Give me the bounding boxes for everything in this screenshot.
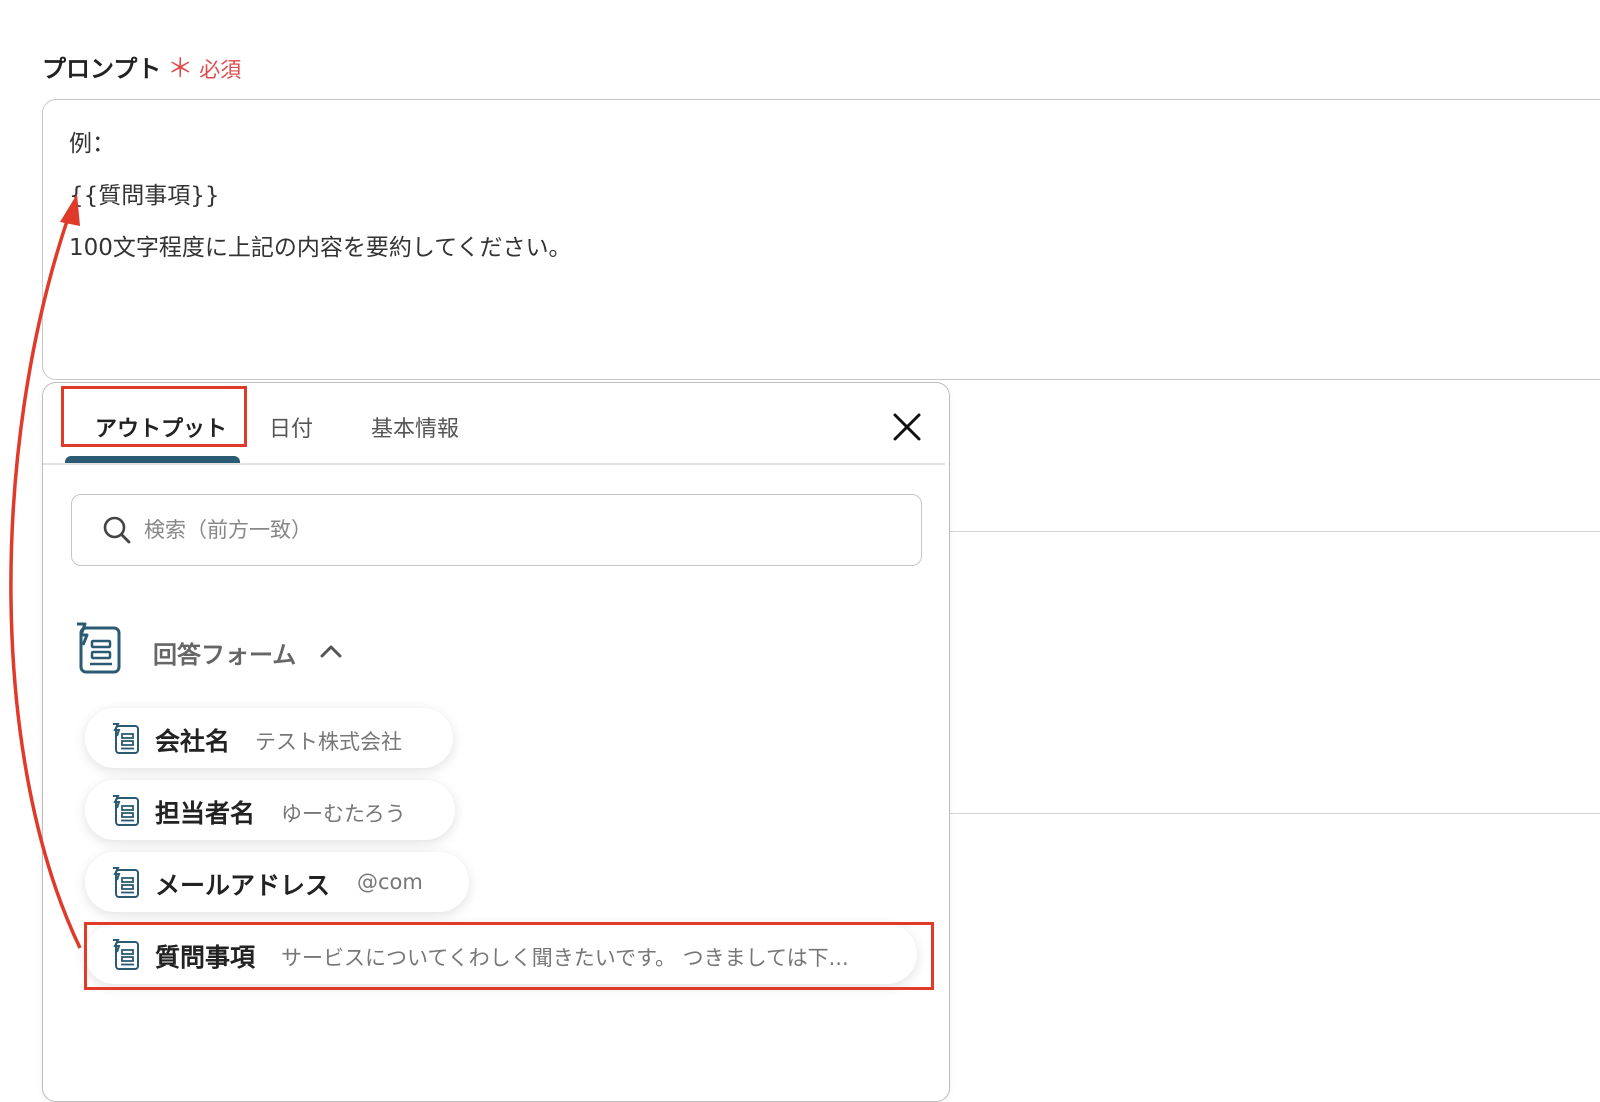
search-icon — [103, 516, 131, 544]
chevron-up-icon[interactable] — [319, 643, 343, 659]
output-item-company[interactable]: 会社名 テスト株式会社 — [85, 708, 453, 768]
group-header-answer-form[interactable]: 回答フォーム — [73, 621, 393, 681]
variable-picker-panel: アウトプット 日付 基本情報 回答フォーム — [42, 382, 950, 1102]
group-label: 回答フォーム — [153, 641, 297, 669]
tab-divider — [43, 463, 945, 465]
prompt-textarea[interactable]: 例： {{質問事項}} 100文字程度に上記の内容を要約してください。 — [42, 99, 1600, 380]
search-input[interactable] — [142, 509, 886, 551]
required-asterisk: ＊ — [167, 54, 194, 84]
item-value: @com — [357, 870, 423, 894]
tab-basic-info[interactable]: 基本情報 — [371, 411, 459, 443]
output-item-email[interactable]: メールアドレス @com — [85, 852, 469, 912]
background-field-edge — [950, 531, 1600, 532]
item-value: ゆーむたろう — [281, 802, 406, 826]
prompt-label: プロンプト — [42, 55, 162, 83]
prompt-line-1: 例： — [69, 131, 115, 157]
prompt-line-3: 100文字程度に上記の内容を要約してください。 — [69, 235, 572, 261]
highlight-box-question-item — [84, 922, 934, 990]
form-icon — [113, 723, 139, 754]
form-icon — [113, 795, 139, 826]
output-item-contact-name[interactable]: 担当者名 ゆーむたろう — [85, 780, 455, 840]
required-text: 必須 — [199, 58, 242, 82]
prompt-label-row: プロンプト ＊ 必須 — [42, 48, 241, 85]
form-icon — [113, 867, 139, 898]
background-field-edge — [950, 813, 1600, 814]
tab-date[interactable]: 日付 — [269, 411, 313, 443]
form-icon — [77, 622, 121, 674]
item-name: メールアドレス — [155, 871, 331, 900]
item-name: 担当者名 — [155, 799, 256, 828]
highlight-box-output-tab — [61, 386, 247, 447]
item-value: テスト株式会社 — [255, 730, 402, 754]
prompt-line-2: {{質問事項}} — [69, 183, 220, 209]
search-box — [71, 494, 922, 566]
item-name: 会社名 — [155, 727, 231, 756]
close-icon[interactable] — [889, 409, 925, 445]
